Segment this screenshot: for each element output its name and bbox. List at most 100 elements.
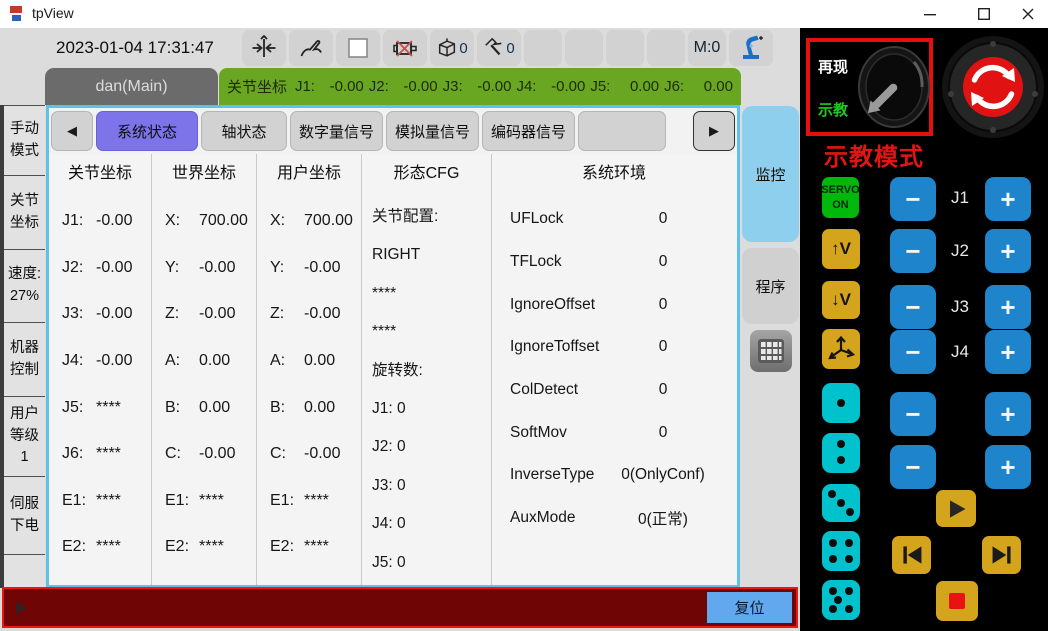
coord-value: ****: [96, 538, 121, 556]
coord-key: E1:: [165, 492, 199, 510]
env-row: IgnoreOffset0: [492, 283, 736, 326]
jog-j3-plus-button[interactable]: +: [985, 285, 1031, 329]
jog-j2-plus-button[interactable]: +: [985, 229, 1031, 273]
coord-row: Y:-0.00: [257, 245, 361, 292]
close-button[interactable]: [1010, 0, 1046, 28]
toolbar-empty-button-3[interactable]: [606, 30, 644, 66]
group-1-button[interactable]: [822, 383, 860, 423]
hand-guide-button[interactable]: [289, 30, 333, 66]
jog-j1-plus-button[interactable]: +: [985, 177, 1031, 221]
env-row: ColDetect0: [492, 369, 736, 412]
side-tab-monitor[interactable]: 监控: [742, 106, 799, 242]
toolbar-empty-button-4[interactable]: [647, 30, 685, 66]
toolbar-empty-button-2[interactable]: [565, 30, 603, 66]
coord-system-button[interactable]: [822, 329, 860, 369]
env-value: 0: [608, 253, 718, 271]
jog-axis5-plus-button[interactable]: +: [985, 392, 1031, 436]
sidebar-item-servo-off[interactable]: 伺服 下电: [0, 477, 45, 555]
robot-model-button[interactable]: [729, 30, 773, 66]
system-env-column: 系统环境 UFLock0 TFLock0 IgnoreOffset0 Ignor…: [492, 154, 736, 585]
stop-button[interactable]: [936, 581, 978, 621]
program-file-tab[interactable]: dan(Main): [45, 68, 218, 105]
tab-digital-signals[interactable]: 数字量信号: [290, 111, 383, 151]
joint-value: -0.00: [403, 78, 437, 95]
mode-play-label: 再现: [818, 56, 848, 77]
tool-frame-button[interactable]: 0: [477, 30, 521, 66]
skip-back-icon: [900, 543, 924, 567]
minimize-button[interactable]: [912, 0, 948, 28]
coord-key: E2:: [165, 538, 199, 556]
tab-blank[interactable]: [578, 111, 666, 151]
side-tab-program[interactable]: 程序: [742, 248, 799, 324]
jog-axis6-minus-button[interactable]: −: [890, 445, 936, 489]
window-title: tpView: [32, 5, 74, 21]
jog-axis6-plus-button[interactable]: +: [985, 445, 1031, 489]
step-forward-button[interactable]: [982, 536, 1021, 574]
toolbar-empty-button-1[interactable]: [524, 30, 562, 66]
coord-value: ****: [199, 538, 224, 556]
motor-disabled-button[interactable]: [383, 30, 427, 66]
speed-down-button[interactable]: ↓V: [822, 281, 860, 319]
reset-button[interactable]: 复位: [707, 592, 792, 623]
step-back-button[interactable]: [892, 536, 931, 574]
teach-mode-banner: 示教模式: [808, 137, 940, 172]
env-value: 0(正常): [608, 507, 718, 529]
group-3-button[interactable]: [822, 484, 860, 522]
tabs-scroll-left-button[interactable]: ◀: [51, 111, 93, 151]
right-arrow-icon: ▶: [709, 123, 719, 139]
joint-value: 0.00: [704, 78, 733, 95]
mode-switch-knob[interactable]: [856, 44, 932, 135]
maximize-button[interactable]: [966, 0, 1002, 28]
sidebar-item-machine-control[interactable]: 机器 控制: [0, 323, 45, 397]
sidebar-item-speed[interactable]: 速度: 27%: [0, 250, 45, 323]
emergency-stop-button[interactable]: [940, 34, 1046, 145]
robot-arm-icon: [737, 34, 765, 62]
jog-axis5-minus-button[interactable]: −: [890, 392, 936, 436]
die-2-icon: [822, 433, 860, 473]
alarm-expand-icon[interactable]: [16, 601, 27, 615]
sidebar-item-user-level[interactable]: 用户 等级 1: [0, 397, 45, 477]
group-5-button[interactable]: [822, 580, 860, 620]
coord-row: B:0.00: [152, 384, 256, 431]
coord-key: A:: [165, 352, 199, 370]
tab-encoder-signals[interactable]: 编码器信号: [482, 111, 575, 151]
coord-key: C:: [270, 445, 304, 463]
coord-value: -0.00: [96, 305, 132, 323]
coord-key: Z:: [270, 305, 304, 323]
title-bar: tpView: [0, 0, 1048, 28]
jog-j4-minus-button[interactable]: −: [890, 330, 936, 374]
coord-value: -0.00: [199, 305, 235, 323]
play-icon: [944, 497, 968, 521]
joint-readout: J5:0.00: [590, 78, 659, 95]
run-button[interactable]: [936, 490, 976, 527]
sidebar-item-manual-mode[interactable]: 手动 模式: [0, 105, 45, 176]
jog-j3-minus-button[interactable]: −: [890, 285, 936, 329]
coord-key: Y:: [270, 259, 304, 277]
tab-system-status[interactable]: 系统状态: [96, 111, 198, 151]
jog-j2-minus-button[interactable]: −: [890, 229, 936, 273]
keypad-button[interactable]: [750, 330, 792, 372]
coord-value: 0.00: [304, 352, 335, 370]
coord-row: J1:-0.00: [49, 198, 151, 245]
tabs-scroll-right-button[interactable]: ▶: [693, 111, 735, 151]
jog-j1-minus-button[interactable]: −: [890, 177, 936, 221]
speed-up-button[interactable]: ↑V: [822, 229, 860, 269]
close-icon: [1022, 8, 1034, 20]
toolbar: 2023-01-04 17:31:47: [0, 28, 800, 68]
joint-readout: J4:-0.00: [516, 78, 585, 95]
jog-j4-plus-button[interactable]: +: [985, 330, 1031, 374]
tab-axis-status[interactable]: 轴状态: [201, 111, 287, 151]
servo-on-button[interactable]: SERVO ON: [822, 177, 859, 218]
tab-analog-signals[interactable]: 模拟量信号: [386, 111, 479, 151]
joint-bar-label: 关节坐标: [227, 76, 290, 97]
checkbox-button[interactable]: [336, 30, 380, 66]
m-counter: M:0: [688, 30, 726, 66]
jog-axis-label: J4: [943, 342, 977, 362]
user-frame-button[interactable]: 0: [430, 30, 474, 66]
joint-key: J6:: [664, 78, 684, 95]
group-2-button[interactable]: [822, 433, 860, 473]
group-4-button[interactable]: [822, 531, 860, 571]
sidebar-item-joint-coord[interactable]: 关节 坐标: [0, 176, 45, 250]
center-converge-button[interactable]: [242, 30, 286, 66]
coord-key: E2:: [62, 538, 96, 556]
